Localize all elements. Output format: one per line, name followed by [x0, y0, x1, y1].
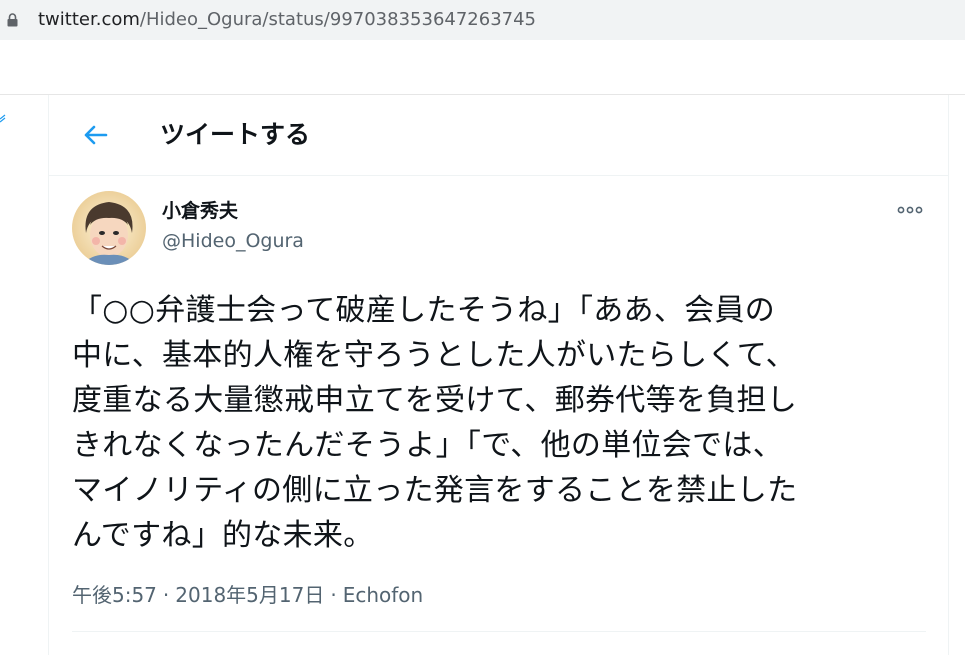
- page-header: ツイートする: [49, 95, 948, 176]
- divider: [72, 631, 926, 632]
- avatar[interactable]: [72, 191, 146, 265]
- back-button[interactable]: [75, 115, 115, 155]
- tweet-metadata: 午後5:57 · 2018年5月17日 · Echofon: [72, 583, 423, 607]
- meta-separator: ·: [330, 583, 337, 607]
- author-handle[interactable]: @Hideo_Ogura: [162, 229, 304, 253]
- tweet-time: 午後5:57: [72, 583, 157, 607]
- author-display-name[interactable]: 小倉秀夫: [162, 199, 238, 223]
- tweet-column: ツイートする 小倉秀夫 @Hideo_Ogura 「○○弁護士会って破産したそう…: [48, 95, 949, 655]
- url-host: twitter.com: [38, 9, 140, 30]
- lock-icon[interactable]: [7, 12, 18, 27]
- browser-address-bar[interactable]: twitter.com/Hideo_Ogura/status/997038353…: [0, 0, 965, 40]
- tweet-date: 2018年5月17日: [175, 583, 325, 607]
- url-text[interactable]: twitter.com/Hideo_Ogura/status/997038353…: [38, 9, 536, 31]
- tweet-source-link[interactable]: Echofon: [343, 583, 424, 607]
- url-path: /Hideo_Ogura/status/997038353647263745: [139, 9, 537, 30]
- page-title: ツイートする: [160, 120, 311, 149]
- browser-toolbar-area: [0, 40, 965, 95]
- meta-separator: ·: [162, 583, 170, 607]
- tweet-timestamp-link[interactable]: 午後5:57 · 2018年5月17日: [72, 583, 324, 607]
- tweet-text: 「○○弁護士会って破産したそうね」「ああ、会員の 中に、基本的人権を守ろうとした…: [72, 293, 798, 553]
- more-dots-icon: [897, 206, 923, 214]
- sidebar-edge-icon: [0, 112, 6, 126]
- more-options-button[interactable]: [895, 198, 925, 222]
- back-arrow-icon: [84, 125, 108, 145]
